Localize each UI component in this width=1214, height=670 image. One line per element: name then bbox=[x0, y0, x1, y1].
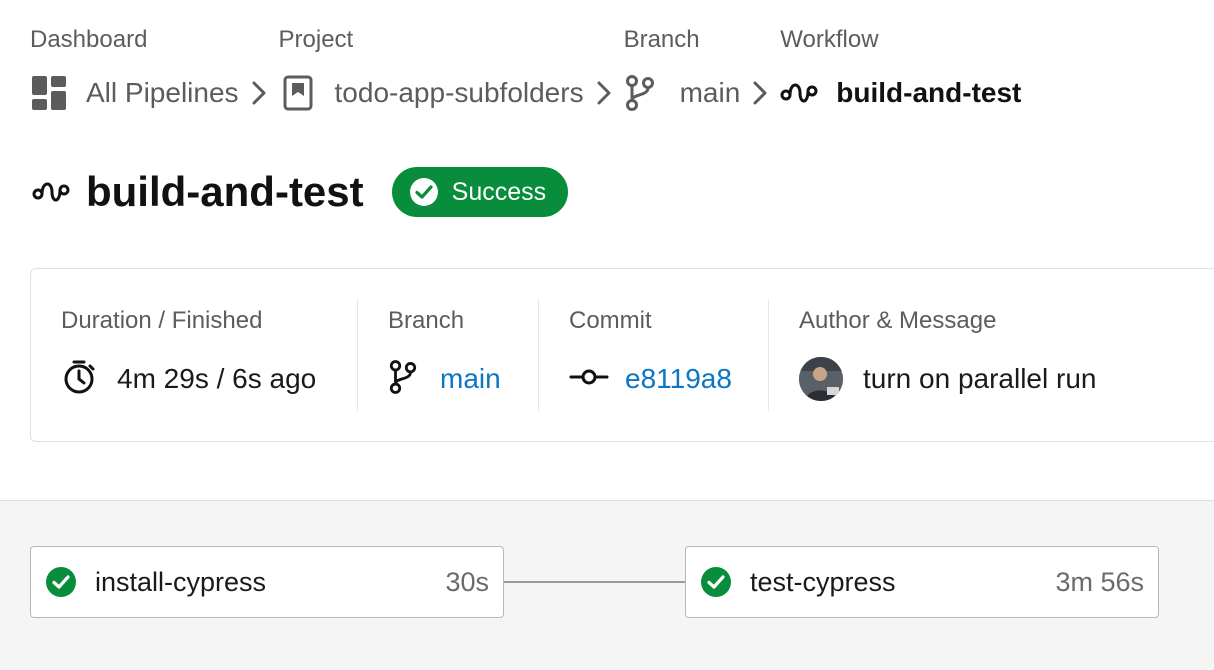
check-circle-icon bbox=[700, 565, 734, 599]
breadcrumb-label: Branch bbox=[623, 26, 700, 53]
page-title: build-and-test bbox=[86, 168, 364, 215]
breadcrumb-text: All Pipelines bbox=[86, 77, 239, 108]
status-badge: Success bbox=[391, 167, 569, 217]
breadcrumb: Dashboard All Pipelines Project todo-app… bbox=[30, 22, 1021, 128]
breadcrumb-label: Dashboard bbox=[30, 26, 148, 53]
workflow-header: build-and-test Success bbox=[32, 165, 569, 219]
git-branch-icon bbox=[388, 358, 418, 401]
workflow-link[interactable]: build-and-test bbox=[780, 58, 1021, 128]
job-test-cypress[interactable]: test-cypress 3m 56s bbox=[685, 546, 1159, 618]
breadcrumb-text: todo-app-subfolders bbox=[334, 77, 584, 108]
job-install-cypress[interactable]: install-cypress 30s bbox=[30, 546, 504, 618]
job-duration: 30s bbox=[445, 566, 489, 597]
dashboard-icon bbox=[30, 74, 68, 112]
job-name: install-cypress bbox=[95, 566, 267, 597]
workflow-icon bbox=[32, 172, 72, 212]
commit-message: turn on parallel run bbox=[863, 363, 1097, 394]
breadcrumb-branch: Branch main bbox=[623, 22, 741, 128]
stopwatch-icon bbox=[61, 359, 97, 400]
job-name: test-cypress bbox=[750, 566, 896, 597]
commit-link[interactable]: e8119a8 bbox=[625, 363, 732, 395]
breadcrumb-text: build-and-test bbox=[836, 77, 1022, 108]
check-circle-icon bbox=[45, 565, 79, 599]
avatar bbox=[799, 357, 843, 401]
breadcrumb-workflow: Workflow build-and-test bbox=[780, 22, 1021, 128]
chevron-right-icon bbox=[239, 58, 279, 128]
git-commit-icon bbox=[569, 367, 609, 392]
all-pipelines-link[interactable]: All Pipelines bbox=[30, 58, 239, 128]
workflow-icon bbox=[780, 74, 818, 112]
author-label: Author & Message bbox=[799, 307, 997, 334]
branch-label: Branch bbox=[388, 307, 465, 334]
commit-section: Commit e8119a8 bbox=[539, 299, 769, 411]
chevron-right-icon bbox=[740, 58, 780, 128]
duration-section: Duration / Finished 4m 29s / 6s ago bbox=[31, 299, 358, 411]
check-circle-icon bbox=[408, 176, 440, 208]
duration-label: Duration / Finished bbox=[61, 307, 263, 334]
branch-link[interactable]: main bbox=[440, 363, 501, 395]
status-text: Success bbox=[451, 177, 547, 206]
breadcrumb-text: main bbox=[679, 77, 741, 108]
breadcrumb-dashboard: Dashboard All Pipelines bbox=[30, 22, 239, 128]
breadcrumb-project: Project todo-app-subfolders bbox=[279, 22, 584, 128]
workflow-summary-card: Duration / Finished 4m 29s / 6s ago Bran… bbox=[30, 268, 1214, 442]
git-branch-icon bbox=[624, 74, 662, 112]
branch-section: Branch main bbox=[358, 299, 539, 411]
breadcrumb-label: Workflow bbox=[780, 26, 879, 53]
workflow-jobs-graph: install-cypress 30s test-cypress 3m 56s bbox=[0, 500, 1214, 670]
duration-value: 4m 29s / 6s ago bbox=[117, 363, 317, 394]
branch-link[interactable]: main bbox=[624, 58, 741, 128]
breadcrumb-label: Project bbox=[278, 26, 354, 53]
job-duration: 3m 56s bbox=[1055, 566, 1144, 597]
project-icon bbox=[279, 74, 317, 112]
job-connector bbox=[504, 581, 686, 583]
author-section: Author & Message turn on parallel run bbox=[769, 299, 1214, 411]
chevron-right-icon bbox=[584, 58, 624, 128]
commit-label: Commit bbox=[569, 307, 652, 334]
project-link[interactable]: todo-app-subfolders bbox=[279, 58, 584, 128]
